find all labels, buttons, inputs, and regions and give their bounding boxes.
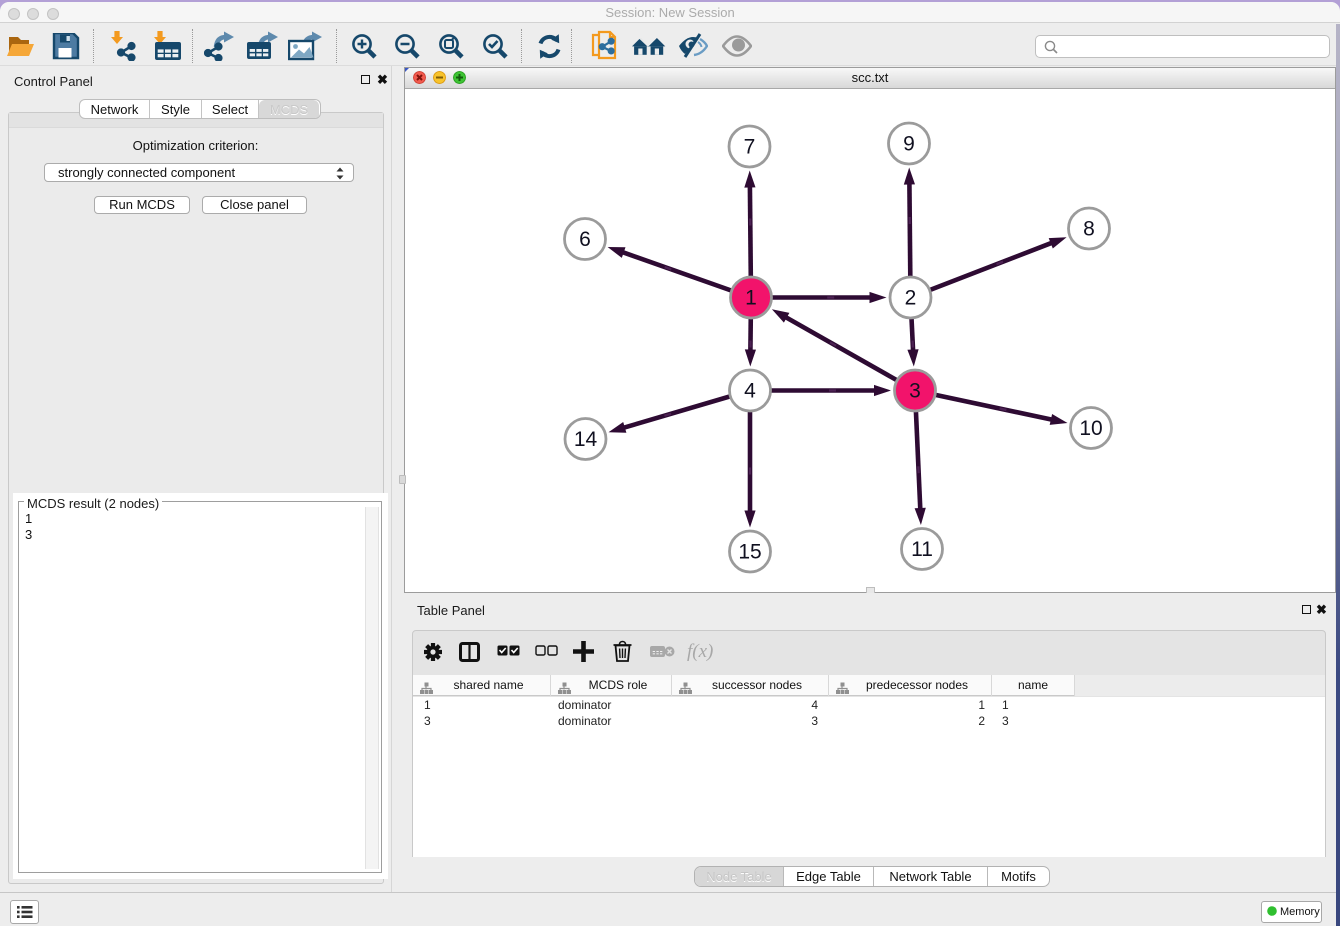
svg-text:1: 1 (745, 287, 757, 310)
svg-text:7: 7 (744, 136, 756, 159)
svg-text:6: 6 (579, 228, 591, 251)
svg-text:2: 2 (905, 287, 917, 310)
svg-text:9: 9 (903, 133, 915, 156)
svg-text:10: 10 (1079, 417, 1102, 440)
svg-text:3: 3 (909, 380, 921, 403)
svg-text:8: 8 (1083, 218, 1095, 241)
svg-text:11: 11 (911, 538, 933, 561)
svg-text:15: 15 (738, 541, 761, 564)
svg-text:4: 4 (744, 380, 756, 403)
svg-text:14: 14 (574, 428, 598, 451)
svg-text:f(x): f(x) (687, 641, 713, 662)
